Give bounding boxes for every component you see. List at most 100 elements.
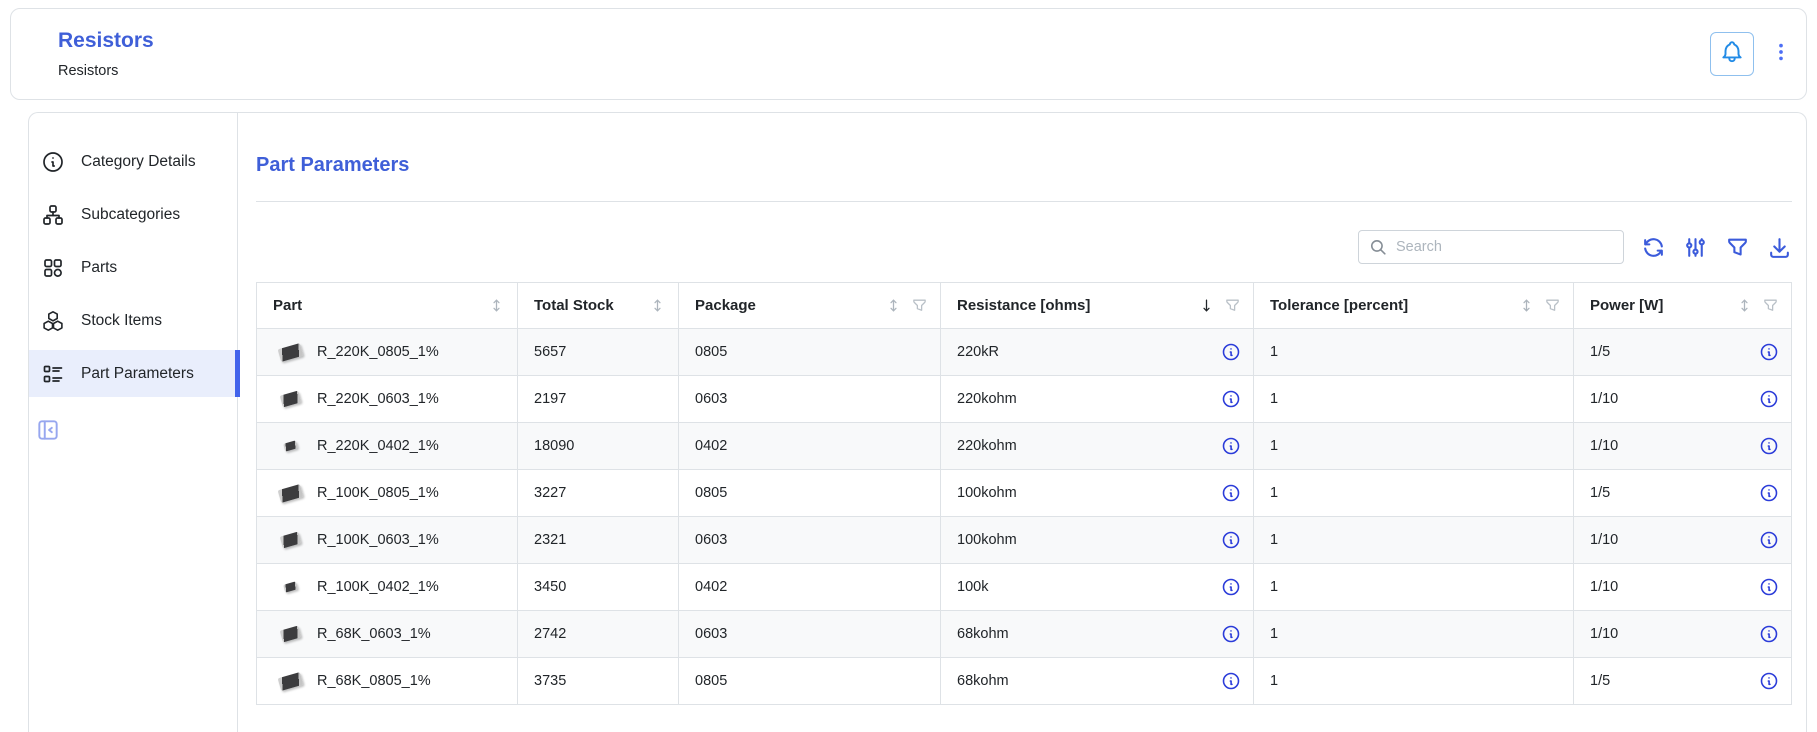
info-icon[interactable] — [1221, 483, 1241, 503]
table-row[interactable]: R_68K_0805_1% 3735 0805 68kohm 1 1/5 — [257, 658, 1791, 704]
column-header-tolerance-percent[interactable]: Tolerance [percent] — [1253, 283, 1573, 329]
table-header: PartTotal Stock Package Resistance [ohms]T… — [257, 283, 1791, 329]
sidebar-item-label: Category Details — [81, 153, 196, 171]
info-icon[interactable] — [1759, 577, 1779, 597]
sort-updown-icon[interactable] — [1518, 297, 1535, 314]
info-icon[interactable] — [1221, 436, 1241, 456]
apps-grid-icon — [41, 256, 65, 280]
resistance-cell: 100kohm — [940, 470, 1253, 516]
sort-updown-icon[interactable] — [885, 297, 902, 314]
info-icon[interactable] — [1759, 389, 1779, 409]
info-icon[interactable] — [1759, 624, 1779, 644]
sidebar-item-label: Subcategories — [81, 206, 180, 224]
sidebar-item-category-details[interactable]: Category Details — [29, 138, 237, 185]
column-filter-icon[interactable] — [911, 297, 928, 314]
part-thumbnail — [273, 583, 307, 591]
column-header-total-stock[interactable]: Total Stock — [517, 283, 678, 329]
bell-icon — [1719, 39, 1745, 70]
filter-button[interactable] — [1725, 235, 1750, 260]
category-panel-card: Category Details Subcategories Parts Stock … — [28, 112, 1807, 732]
resistance-cell: 220kohm — [940, 423, 1253, 469]
part-cell[interactable]: R_220K_0603_1% — [257, 376, 517, 422]
part-name[interactable]: R_220K_0402_1% — [317, 438, 439, 454]
sidebar-item-subcategories[interactable]: Subcategories — [29, 191, 237, 238]
part-thumbnail — [273, 442, 307, 450]
table-row[interactable]: R_100K_0402_1% 3450 0402 100k 1 1/10 — [257, 564, 1791, 611]
column-header-part[interactable]: Part — [257, 283, 517, 329]
part-cell[interactable]: R_100K_0805_1% — [257, 470, 517, 516]
info-icon[interactable] — [1221, 577, 1241, 597]
part-thumbnail — [273, 393, 307, 405]
part-cell[interactable]: R_100K_0402_1% — [257, 564, 517, 610]
column-label: Power [W] — [1590, 297, 1663, 314]
package-cell: 0402 — [678, 564, 940, 610]
info-icon[interactable] — [1759, 436, 1779, 456]
column-filter-icon[interactable] — [1544, 297, 1561, 314]
sidebar-item-parts[interactable]: Parts — [29, 244, 237, 291]
page-title: Resistors — [58, 29, 154, 53]
resistance-cell: 220kohm — [940, 376, 1253, 422]
part-cell[interactable]: R_68K_0805_1% — [257, 658, 517, 704]
column-filter-icon[interactable] — [1762, 297, 1779, 314]
resistance-cell: 68kohm — [940, 658, 1253, 704]
more-menu-button[interactable] — [1770, 41, 1792, 68]
power-cell: 1/10 — [1573, 611, 1791, 657]
table-row[interactable]: R_220K_0402_1% 18090 0402 220kohm 1 1/10 — [257, 423, 1791, 470]
sort-updown-icon[interactable] — [1736, 297, 1753, 314]
resistance-cell: 68kohm — [940, 611, 1253, 657]
column-label: Package — [695, 297, 756, 314]
heading-divider — [256, 201, 1792, 202]
column-header-resistance-ohms[interactable]: Resistance [ohms] — [940, 283, 1253, 329]
top-header-card: Resistors Resistors — [10, 8, 1807, 100]
table-row[interactable]: R_100K_0603_1% 2321 0603 100kohm 1 1/10 — [257, 517, 1791, 564]
refresh-button[interactable] — [1641, 235, 1666, 260]
sort-updown-icon[interactable] — [488, 297, 505, 314]
notifications-button[interactable] — [1710, 32, 1754, 76]
collapse-sidebar-button[interactable] — [35, 417, 61, 448]
part-cell[interactable]: R_220K_0805_1% — [257, 329, 517, 375]
table-row[interactable]: R_220K_0805_1% 5657 0805 220kR 1 1/5 — [257, 329, 1791, 376]
table-row[interactable]: R_68K_0603_1% 2742 0603 68kohm 1 1/10 — [257, 611, 1791, 658]
total-stock-cell: 3450 — [517, 564, 678, 610]
search-input[interactable] — [1396, 239, 1613, 255]
column-filter-icon[interactable] — [1224, 297, 1241, 314]
package-cell: 0805 — [678, 658, 940, 704]
part-cell[interactable]: R_68K_0603_1% — [257, 611, 517, 657]
table-row[interactable]: R_220K_0603_1% 2197 0603 220kohm 1 1/10 — [257, 376, 1791, 423]
list-details-icon — [41, 362, 65, 386]
info-icon[interactable] — [1221, 624, 1241, 644]
sidebar-item-part-parameters[interactable]: Part Parameters — [29, 350, 237, 397]
info-icon[interactable] — [1759, 483, 1779, 503]
panel-heading: Part Parameters — [256, 154, 1792, 177]
part-cell[interactable]: R_100K_0603_1% — [257, 517, 517, 563]
part-name[interactable]: R_100K_0402_1% — [317, 579, 439, 595]
info-icon[interactable] — [1759, 530, 1779, 550]
info-icon[interactable] — [1759, 342, 1779, 362]
package-cell: 0603 — [678, 376, 940, 422]
info-icon[interactable] — [1759, 671, 1779, 691]
info-icon[interactable] — [1221, 342, 1241, 362]
power-cell: 1/5 — [1573, 658, 1791, 704]
info-icon[interactable] — [1221, 530, 1241, 550]
column-header-power-w[interactable]: Power [W] — [1573, 283, 1791, 329]
info-icon[interactable] — [1221, 671, 1241, 691]
part-name[interactable]: R_68K_0603_1% — [317, 626, 431, 642]
tolerance-cell: 1 — [1253, 611, 1573, 657]
sort-updown-icon[interactable] — [649, 297, 666, 314]
part-name[interactable]: R_100K_0603_1% — [317, 532, 439, 548]
part-cell[interactable]: R_220K_0402_1% — [257, 423, 517, 469]
part-name[interactable]: R_220K_0805_1% — [317, 344, 439, 360]
breadcrumb[interactable]: Resistors — [58, 63, 154, 79]
sort-desc-icon[interactable] — [1198, 297, 1215, 314]
search-box — [1358, 230, 1624, 264]
part-name[interactable]: R_220K_0603_1% — [317, 391, 439, 407]
download-button[interactable] — [1767, 235, 1792, 260]
sidebar-item-stock-items[interactable]: Stock Items — [29, 297, 237, 344]
part-name[interactable]: R_68K_0805_1% — [317, 673, 431, 689]
filter-icon — [1725, 235, 1750, 260]
adjustments-button[interactable] — [1683, 235, 1708, 260]
part-name[interactable]: R_100K_0805_1% — [317, 485, 439, 501]
table-row[interactable]: R_100K_0805_1% 3227 0805 100kohm 1 1/5 — [257, 470, 1791, 517]
info-icon[interactable] — [1221, 389, 1241, 409]
column-header-package[interactable]: Package — [678, 283, 940, 329]
